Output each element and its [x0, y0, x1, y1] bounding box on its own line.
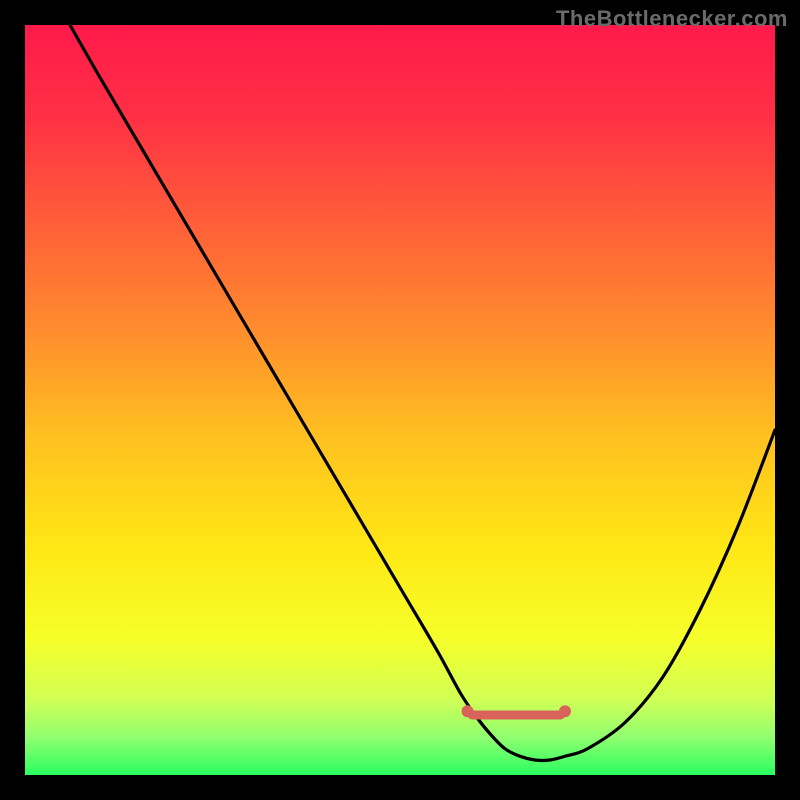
chart-svg [25, 25, 775, 775]
optimal-range-bar [468, 711, 566, 720]
marker-left-dot [462, 705, 474, 717]
gradient-background [25, 25, 775, 775]
chart-plot-area [25, 25, 775, 775]
attribution-text: TheBottlenecker.com [556, 6, 788, 32]
marker-right-dot [559, 705, 571, 717]
